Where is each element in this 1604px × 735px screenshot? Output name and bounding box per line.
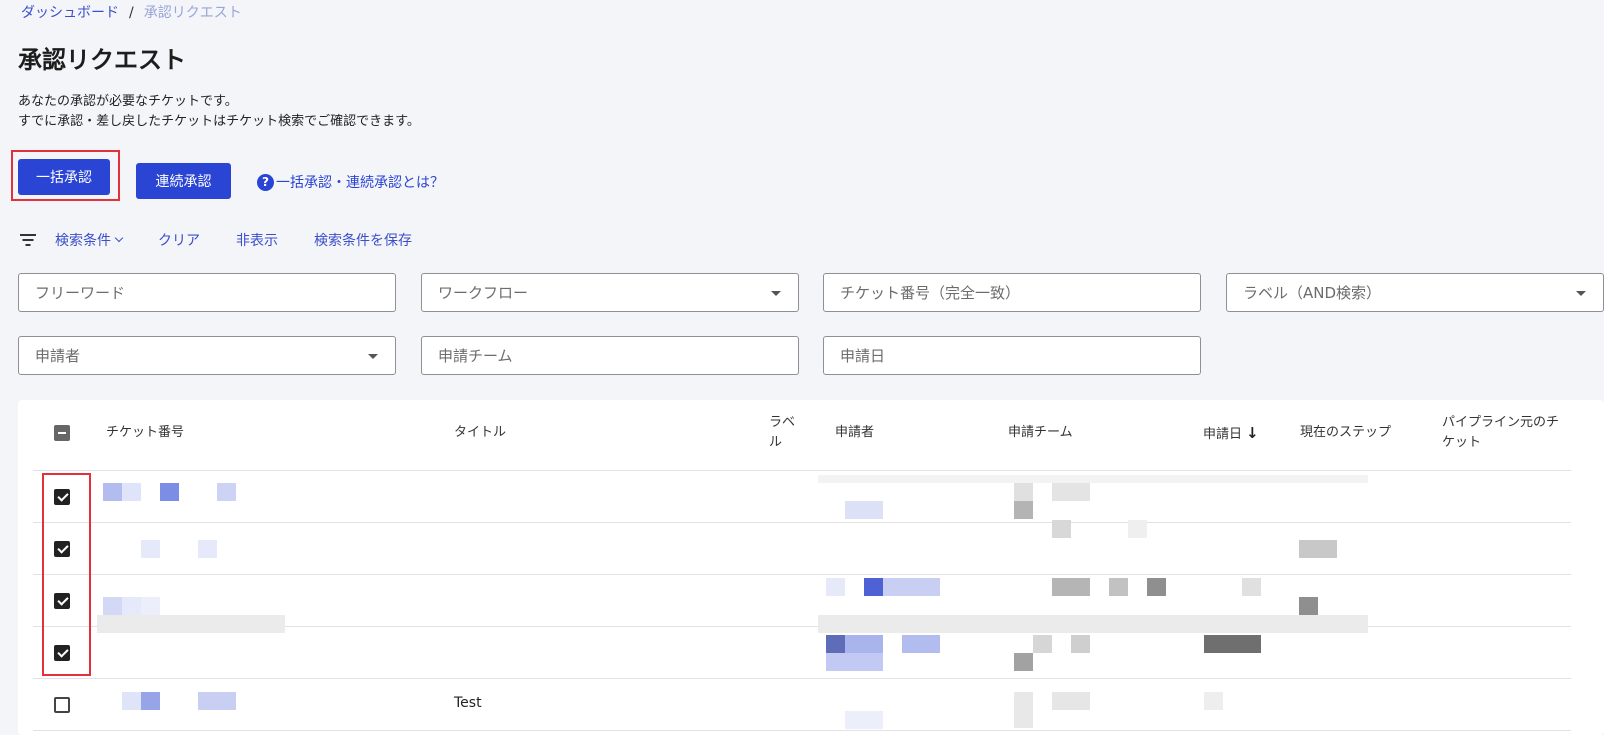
- ticket-number-placeholder: チケット番号（完全一致）: [840, 284, 1021, 302]
- header-divider: [33, 470, 1571, 471]
- help-icon: ?: [257, 173, 274, 191]
- search-conditions-label: 検索条件: [55, 233, 111, 249]
- hide-filters-link[interactable]: 非表示: [236, 230, 278, 250]
- header-applied-date-label: 申請日: [1203, 427, 1243, 442]
- header-applicant[interactable]: 申請者: [835, 423, 874, 443]
- breadcrumb-home-link[interactable]: ダッシュボード: [21, 5, 119, 21]
- header-label[interactable]: ラベ ル: [769, 413, 795, 453]
- row-divider: [33, 574, 1571, 575]
- applicant-select[interactable]: 申請者: [18, 336, 396, 375]
- header-ticket-number[interactable]: チケット番号: [106, 423, 184, 443]
- header-pipeline-source[interactable]: パイプライン元のチ ケット: [1442, 413, 1559, 453]
- continuous-approve-button[interactable]: 連続承認: [136, 163, 231, 199]
- help-link[interactable]: ? 一括承認・連続承認とは？: [257, 172, 444, 192]
- header-applicant-team[interactable]: 申請チーム: [1008, 423, 1073, 443]
- applied-date-placeholder: 申請日: [840, 347, 886, 365]
- header-title[interactable]: タイトル: [454, 423, 506, 443]
- row-checkbox[interactable]: [54, 697, 70, 713]
- freeword-placeholder: フリーワード: [35, 284, 126, 302]
- save-search-conditions-link[interactable]: 検索条件を保存: [314, 230, 412, 250]
- breadcrumb: ダッシュボード / 承認リクエスト: [21, 2, 242, 22]
- header-current-step[interactable]: 現在のステップ: [1300, 423, 1391, 443]
- row-checkbox[interactable]: [54, 541, 70, 557]
- bulk-approve-button[interactable]: 一括承認: [18, 159, 110, 195]
- applicant-placeholder: 申請者: [35, 347, 81, 365]
- select-all-checkbox[interactable]: [54, 425, 70, 441]
- row-title[interactable]: Test: [454, 695, 482, 711]
- workflow-placeholder: ワークフロー: [438, 284, 529, 302]
- page-title: 承認リクエスト: [18, 46, 186, 74]
- header-pipeline-line-2: ケット: [1442, 435, 1482, 450]
- row-checkbox[interactable]: [54, 645, 70, 661]
- row-divider: [33, 730, 1571, 731]
- sort-descending-icon: ↓: [1246, 424, 1259, 442]
- label-select[interactable]: ラベル（AND検索）: [1226, 273, 1604, 312]
- row-checkbox[interactable]: [54, 593, 70, 609]
- breadcrumb-current: 承認リクエスト: [143, 5, 242, 21]
- filter-bar: 検索条件 クリア 非表示 検索条件を保存: [20, 230, 448, 250]
- dropdown-arrow-icon: [771, 291, 781, 296]
- row-divider: [33, 522, 1571, 523]
- workflow-select[interactable]: ワークフロー: [421, 273, 799, 312]
- chevron-down-icon: [114, 233, 124, 243]
- clear-filters-link[interactable]: クリア: [158, 230, 200, 250]
- applicant-team-placeholder: 申請チーム: [438, 347, 513, 365]
- applicant-team-input[interactable]: 申請チーム: [421, 336, 799, 375]
- row-divider: [33, 678, 1571, 679]
- page-description: あなたの承認が必要なチケットです。 すでに承認・差し戻したチケットはチケット検索…: [18, 92, 420, 132]
- search-conditions-toggle[interactable]: 検索条件: [55, 230, 124, 250]
- header-pipeline-line-1: パイプライン元のチ: [1442, 415, 1560, 430]
- header-label-line-1: ラベ: [769, 415, 796, 430]
- label-placeholder: ラベル（AND検索）: [1243, 284, 1382, 302]
- help-link-label: 一括承認・連続承認とは？: [276, 175, 444, 191]
- header-applied-date[interactable]: 申請日 ↓: [1203, 423, 1259, 445]
- row-checkbox[interactable]: [54, 489, 70, 505]
- ticket-number-input[interactable]: チケット番号（完全一致）: [823, 273, 1201, 312]
- dropdown-arrow-icon: [368, 354, 378, 359]
- dropdown-arrow-icon: [1576, 291, 1586, 296]
- description-line-1: あなたの承認が必要なチケットです。: [18, 94, 238, 109]
- breadcrumb-separator: /: [129, 5, 134, 21]
- freeword-input[interactable]: フリーワード: [18, 273, 396, 312]
- filter-icon: [20, 234, 36, 246]
- description-line-2: すでに承認・差し戻したチケットはチケット検索でご確認できます。: [18, 114, 420, 129]
- applied-date-input[interactable]: 申請日: [823, 336, 1201, 375]
- ticket-table: [18, 400, 1604, 735]
- header-label-line-2: ル: [769, 435, 783, 450]
